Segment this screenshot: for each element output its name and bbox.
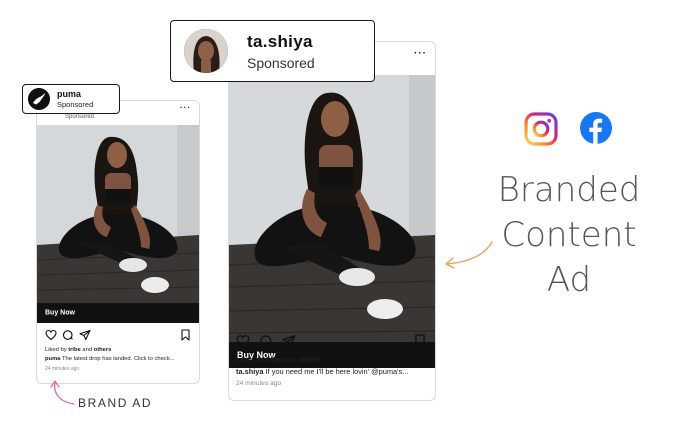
arrow-to-card-icon [445, 241, 493, 269]
facebook-icon [580, 112, 612, 144]
post-actions [45, 329, 191, 343]
headline-line-1: Branded [497, 170, 641, 210]
headline-line-3: Ad [546, 260, 592, 300]
puma-sponsored-label: Sponsored [57, 100, 94, 109]
post-photo [229, 75, 435, 342]
post-photo [37, 125, 199, 303]
liked-by-text: Liked by tribe and others [45, 347, 112, 353]
puma-profile-tag: puma Sponsored [22, 84, 120, 114]
brand-ad-post-card: Sponsored ··· Buy Now Liked by tribe and… [36, 100, 200, 384]
comment-icon[interactable] [62, 329, 74, 341]
comment-icon[interactable] [259, 334, 273, 348]
puma-avatar [28, 88, 50, 110]
bookmark-icon[interactable] [414, 334, 426, 348]
post-header-sponsored: Sponsored [65, 114, 95, 120]
canvas: Sponsored ··· Buy Now Liked by tribe and… [0, 0, 700, 435]
post-caption: puma The latest drop has landed. Click t… [45, 356, 175, 362]
post-timestamp: 24 minutes ago [236, 380, 282, 387]
tashiya-sponsored-label: Sponsored [247, 55, 315, 71]
branded-content-post-footer: Liked by tribe and others ta.shiya If yo… [228, 326, 434, 398]
tashiya-username: ta.shiya [247, 32, 313, 51]
avatar-photo [184, 29, 228, 73]
bookmark-icon[interactable] [180, 329, 191, 341]
share-icon[interactable] [79, 329, 91, 341]
model-photo-illustration [37, 125, 199, 303]
share-icon[interactable] [282, 334, 296, 348]
instagram-icon [524, 112, 558, 146]
headline-line-2: Content [501, 215, 637, 255]
arrow-to-brand-ad-icon [50, 380, 75, 405]
model-photo-illustration [229, 75, 435, 342]
more-icon[interactable]: ··· [180, 103, 191, 112]
heart-icon[interactable] [45, 329, 57, 341]
post-caption: ta.shiya If you need me I'll be here lov… [236, 367, 409, 376]
buy-now-button[interactable]: Buy Now [37, 303, 199, 323]
post-timestamp: 24 minutes ago [45, 366, 80, 372]
puma-logo-icon [28, 88, 50, 110]
liked-by-text: Liked by tribe and others [236, 355, 321, 364]
headline: Branded Content Ad [488, 168, 650, 303]
brand-ad-label: BRAND AD [78, 396, 153, 410]
heart-icon[interactable] [236, 334, 250, 348]
puma-username: puma [57, 89, 82, 99]
buy-now-label: Buy Now [45, 309, 75, 317]
tashiya-profile-tag: ta.shiya Sponsored [170, 20, 375, 82]
post-actions [236, 334, 426, 350]
tashiya-avatar [184, 29, 228, 73]
more-icon[interactable]: ··· [414, 48, 427, 59]
